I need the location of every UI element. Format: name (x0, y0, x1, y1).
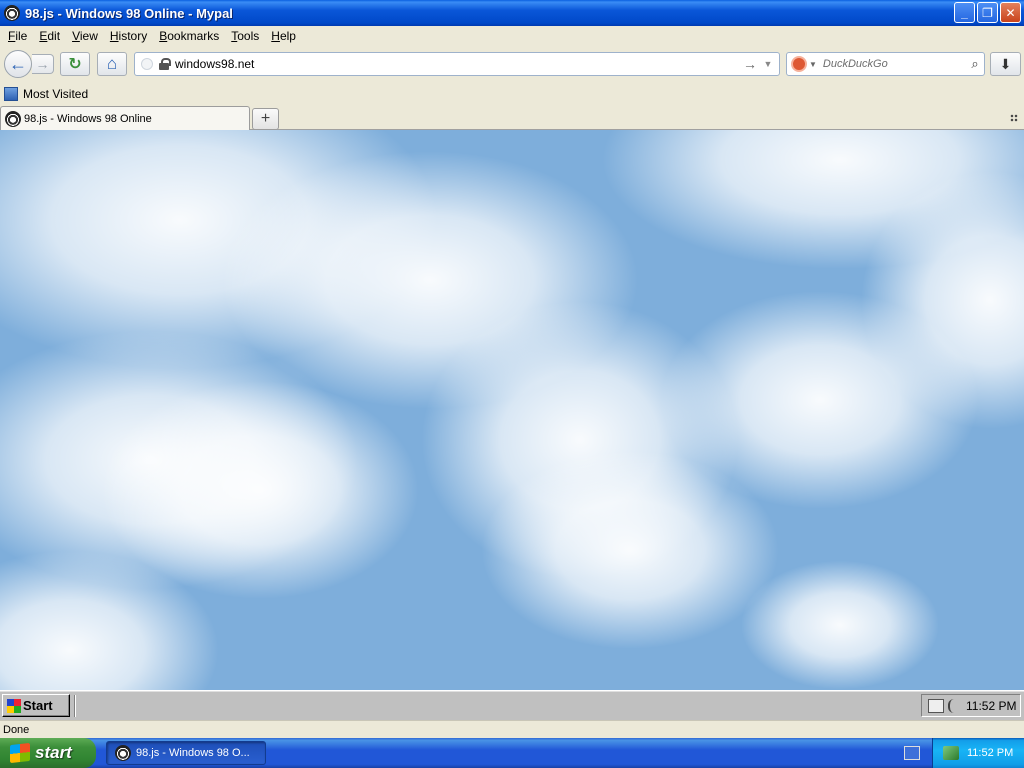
search-icon[interactable]: ⌕ (966, 56, 984, 72)
minimize-button[interactable]: _ (954, 2, 975, 23)
status-text: Done (3, 723, 30, 736)
menu-tools[interactable]: Tools (225, 29, 265, 43)
status-bar: Done (0, 720, 1024, 738)
duckduckgo-icon[interactable] (791, 56, 807, 72)
xp-start-label: start (35, 743, 72, 762)
xp-task-label: 98.js - Windows 98 O... (136, 747, 250, 759)
restore-button[interactable]: ❐ (977, 2, 998, 23)
windows-flag-icon (10, 742, 30, 764)
window-controls: _ ❐ ✕ (954, 2, 1021, 23)
forward-button[interactable]: → (32, 54, 54, 74)
url-input[interactable]: windows98.net (175, 57, 741, 71)
win98-tray-network-icon[interactable] (928, 698, 944, 713)
bookmarks-toolbar: Most Visited (0, 84, 1024, 104)
menu-view[interactable]: View (66, 29, 104, 43)
downloads-button[interactable]: ⬇ (990, 52, 1021, 76)
back-arrow-icon: ← (9, 53, 27, 74)
tab-favicon-icon (5, 111, 21, 127)
plus-icon: + (260, 110, 271, 127)
lock-icon (159, 58, 171, 70)
title-bar[interactable]: 98.js - Windows 98 Online - Mypal _ ❐ ✕ (0, 0, 1024, 26)
back-button[interactable]: ← (4, 50, 32, 78)
page-content-desktop[interactable] (0, 130, 1024, 690)
url-history-dropdown-icon[interactable]: ▼ (759, 59, 777, 69)
keyboard-language-icon[interactable] (904, 746, 920, 760)
reload-icon: ↻ (68, 56, 82, 73)
win98-start-label: Start (23, 698, 53, 713)
xp-tray-network-icon[interactable] (943, 746, 959, 760)
xp-start-button[interactable]: start (0, 738, 96, 768)
win98-start-button[interactable]: Start (2, 694, 70, 717)
home-button[interactable]: ⌂ (97, 52, 127, 76)
mypal-app-icon[interactable] (4, 5, 20, 21)
tab-strip: 98.js - Windows 98 Online + (0, 104, 1024, 131)
download-icon: ⬇ (999, 55, 1012, 72)
menu-bar: File Edit View History Bookmarks Tools H… (0, 26, 1024, 46)
menu-history[interactable]: History (104, 29, 153, 43)
win98-taskbar: Start 11:52 PM (0, 690, 1024, 720)
xp-notification-area: 11:52 PM (932, 738, 1024, 768)
cloud (740, 560, 940, 690)
most-visited-bookmark[interactable]: Most Visited (23, 87, 88, 101)
most-visited-icon (4, 87, 18, 101)
forward-arrow-icon: → (35, 56, 50, 72)
menu-file[interactable]: File (2, 29, 33, 43)
tab-label: 98.js - Windows 98 Online (24, 113, 152, 125)
cloud (480, 450, 780, 650)
xp-clock[interactable]: 11:52 PM (967, 747, 1013, 759)
tab-groups-icon[interactable] (1010, 114, 1018, 122)
site-identity-icon[interactable] (141, 58, 153, 70)
tab-active[interactable]: 98.js - Windows 98 Online (0, 106, 250, 131)
navigation-toolbar: → ← ↻ ⌂ windows98.net → ▼ ▼ DuckDuckGo ⌕… (0, 46, 1024, 82)
go-arrow-icon[interactable]: → (741, 56, 759, 72)
home-icon: ⌂ (106, 54, 118, 73)
new-tab-button[interactable]: + (252, 108, 279, 130)
xp-taskbar-item-mypal[interactable]: 98.js - Windows 98 O... (106, 741, 266, 765)
win98-system-tray: 11:52 PM (921, 694, 1021, 717)
menu-edit[interactable]: Edit (33, 29, 66, 43)
windows-logo-icon (7, 698, 21, 713)
address-bar[interactable]: windows98.net → ▼ (134, 52, 780, 76)
search-bar[interactable]: ▼ DuckDuckGo ⌕ (786, 52, 985, 76)
reload-button[interactable]: ↻ (60, 52, 90, 76)
mypal-task-icon (115, 745, 131, 761)
win98-taskbar-divider (74, 695, 76, 717)
search-input[interactable]: DuckDuckGo (823, 58, 966, 70)
menu-help[interactable]: Help (265, 29, 302, 43)
win98-clock[interactable]: 11:52 PM (966, 699, 1016, 713)
menu-bookmarks[interactable]: Bookmarks (153, 29, 225, 43)
close-button[interactable]: ✕ (1000, 2, 1021, 23)
search-engine-dropdown-icon[interactable]: ▼ (809, 60, 817, 69)
win98-tray-volume-icon[interactable] (948, 698, 960, 713)
xp-taskbar: start 98.js - Windows 98 O... 11:52 PM (0, 738, 1024, 768)
window-title: 98.js - Windows 98 Online - Mypal (25, 5, 233, 21)
